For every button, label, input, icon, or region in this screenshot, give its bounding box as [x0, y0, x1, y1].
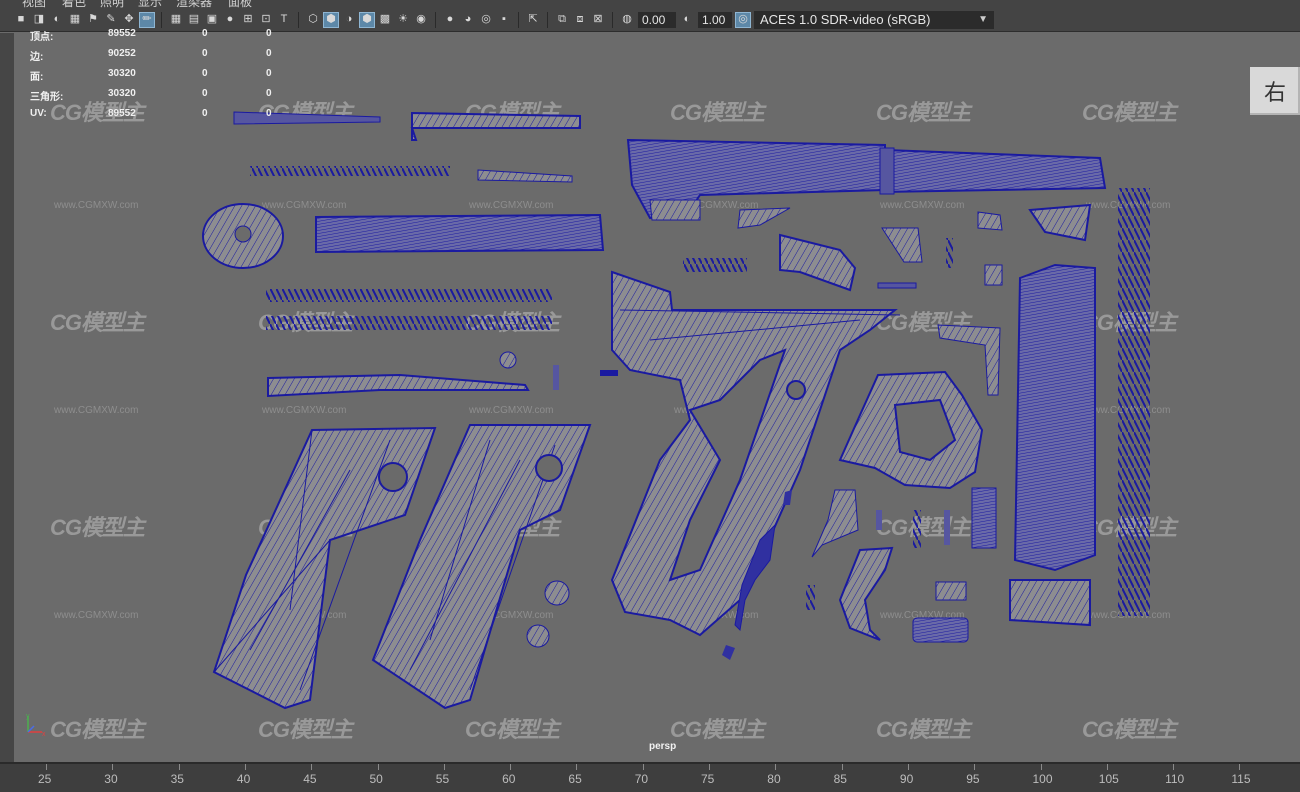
hud-label: 顶点: — [30, 32, 54, 43]
hud-label: 边: — [30, 52, 44, 63]
trigger-guard-part[interactable] — [838, 370, 984, 490]
magazine-part[interactable] — [1009, 263, 1096, 627]
hud-label: 面: — [30, 72, 44, 83]
hud-label: UV: — [30, 108, 47, 119]
timeline-tick — [841, 764, 843, 770]
timeline-tick-label: 115 — [1231, 772, 1251, 786]
disc-part[interactable] — [202, 203, 284, 269]
time-slider[interactable]: 25 30 35 40 45 50 55 60 65 70 75 80 85 90 95 100 105 110 1… — [0, 762, 1300, 792]
timeline-tick — [1040, 764, 1042, 770]
hud-comp: 0 — [266, 108, 272, 119]
timeline-tick — [576, 764, 578, 770]
timeline-tick — [46, 764, 47, 770]
timeline-tick-label: 35 — [170, 772, 184, 786]
svg-text:y: y — [26, 713, 30, 720]
axis-gizmo: y x — [26, 713, 46, 738]
timeline-tick-label: 50 — [369, 772, 383, 786]
hud-value: 90252 — [108, 48, 136, 59]
timeline-tick — [311, 764, 313, 770]
timeline-tick-label: 40 — [236, 772, 251, 786]
hud-sel: 0 — [202, 28, 208, 39]
timeline-tick — [1173, 764, 1175, 770]
timeline-tick — [709, 764, 710, 770]
timeline-tick-label: 100 — [1032, 772, 1053, 786]
timeline-tick-label: 70 — [634, 772, 649, 786]
hud-sel: 0 — [202, 88, 208, 99]
timeline-tick-label: 45 — [303, 772, 317, 786]
timeline-tick — [1239, 764, 1241, 770]
timeline-tick-label: 95 — [966, 772, 980, 786]
hud-value: 30320 — [108, 88, 136, 99]
timeline-tick-label: 90 — [899, 772, 914, 786]
slide-part[interactable] — [315, 213, 605, 254]
svg-text:x: x — [42, 731, 46, 738]
model-parts-layer — [202, 111, 1150, 710]
timeline-tick-label: 30 — [104, 772, 118, 786]
hud-sel: 0 — [202, 68, 208, 79]
timeline-tick-label: 25 — [38, 772, 52, 786]
hud-comp: 0 — [266, 68, 272, 79]
timeline-tick — [112, 764, 114, 770]
timeline-tick-label: 110 — [1165, 772, 1185, 786]
timeline-tick-label: 80 — [767, 772, 781, 786]
view-cube[interactable]: 右 — [1250, 67, 1300, 115]
timeline-tick — [178, 764, 180, 770]
timeline-tick-label: 75 — [701, 772, 715, 786]
timeline-tick-label: 60 — [502, 772, 516, 786]
timeline-tick — [907, 764, 909, 770]
timeline-tick — [443, 764, 445, 770]
timeline-tick-label: 85 — [833, 772, 847, 786]
hud-comp: 0 — [266, 28, 272, 39]
hud-value: 30320 — [108, 68, 136, 79]
hud-comp: 0 — [266, 88, 272, 99]
timeline-tick — [642, 764, 644, 770]
timeline-tick — [244, 764, 246, 770]
timeline-tick-label: 65 — [568, 772, 582, 786]
hud-value: 89552 — [108, 28, 136, 39]
hud-comp: 0 — [266, 48, 272, 59]
camera-name-label: persp — [649, 741, 677, 752]
hud-sel: 0 — [202, 108, 208, 119]
timeline-tick-label: 105 — [1098, 772, 1119, 786]
timeline-tick — [775, 764, 777, 770]
timeline-tick — [974, 764, 976, 770]
timeline-tick-label: 55 — [435, 772, 450, 786]
hud-sel: 0 — [202, 48, 208, 59]
hud-label: 三角形: — [30, 92, 64, 103]
timeline-tick — [510, 764, 512, 770]
hud-value: 89552 — [108, 108, 136, 119]
timeline-tick — [1106, 764, 1108, 770]
timeline-tick — [377, 764, 379, 770]
